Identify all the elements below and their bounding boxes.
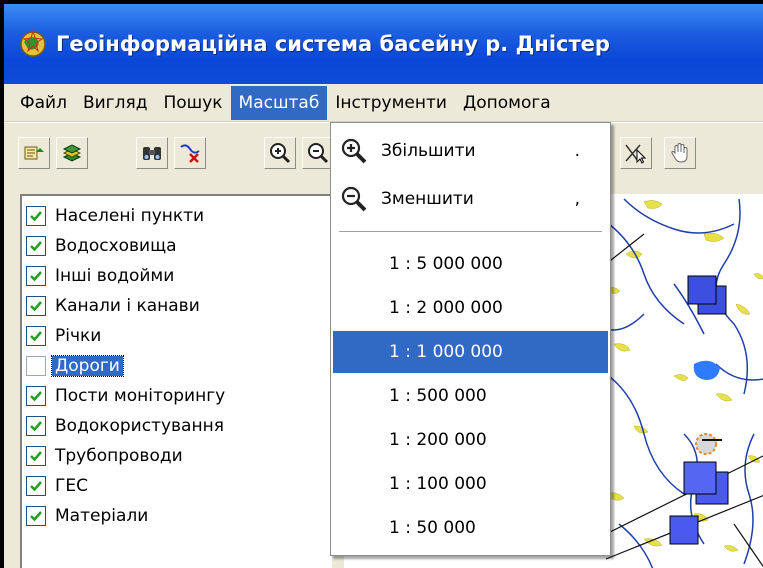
layer-label: Канали і канави	[55, 296, 200, 316]
zoom-out-icon	[339, 184, 369, 214]
layer-checkbox[interactable]	[26, 446, 46, 466]
select-button[interactable]	[620, 137, 652, 169]
select-arrow-icon	[625, 144, 647, 164]
pan-hand-icon	[671, 142, 688, 163]
layer-add-button[interactable]	[18, 137, 50, 169]
menu-search[interactable]: Пошук	[155, 86, 230, 120]
layer-checkbox[interactable]	[26, 296, 46, 316]
layer-checkbox[interactable]	[26, 326, 46, 346]
layer-label: Трубопроводи	[55, 446, 183, 466]
menu-scale[interactable]: Масштаб	[230, 85, 328, 120]
binoculars-icon	[143, 147, 161, 160]
zoom-in-shortcut: .	[574, 141, 580, 161]
pan-button[interactable]	[664, 137, 696, 169]
zoom-out-icon	[308, 143, 329, 164]
scale-option-50000[interactable]: 1 : 50 000	[333, 507, 608, 549]
app-window: Геоінформаційна система басейну р. Дніст…	[0, 0, 763, 568]
layer-label: Матеріали	[55, 506, 149, 526]
layers-icon	[62, 144, 82, 162]
scale-option-2000000[interactable]: 1 : 2 000 000	[333, 287, 608, 329]
menu-file[interactable]: Файл	[12, 86, 75, 120]
zoom-in-icon	[270, 143, 291, 164]
menu-tools[interactable]: Інструменти	[327, 86, 455, 120]
layer-item-pipelines[interactable]: Трубопроводи	[26, 442, 186, 470]
layer-item-rivers[interactable]: Річки	[26, 322, 104, 350]
layers-button[interactable]	[56, 137, 88, 169]
find-button[interactable]	[136, 137, 168, 169]
clear-selection-icon	[180, 144, 200, 163]
layer-checkbox[interactable]	[26, 506, 46, 526]
layer-item-roads[interactable]: Дороги	[26, 352, 332, 380]
scale-option-5000000[interactable]: 1 : 5 000 000	[333, 243, 608, 285]
layer-list: Населені пункти Водосховища Інші водойми…	[20, 194, 332, 568]
layer-checkbox[interactable]	[26, 266, 46, 286]
zoom-out-shortcut: ,	[574, 189, 580, 209]
zoom-in-label: Збільшити	[381, 141, 476, 161]
layer-item-settlements[interactable]: Населені пункти	[26, 202, 207, 230]
layer-add-icon	[24, 146, 44, 160]
layer-checkbox[interactable]	[26, 476, 46, 496]
layer-label: Дороги	[51, 355, 124, 377]
menu-bar: Файл Вигляд Пошук Масштаб Інструменти До…	[4, 84, 763, 122]
layer-checkbox[interactable]	[26, 236, 46, 256]
layer-item-water-use[interactable]: Водокористування	[26, 412, 227, 440]
zoom-in-icon	[339, 136, 369, 166]
layer-checkbox[interactable]	[26, 356, 46, 376]
zoom-out-label: Зменшити	[381, 189, 474, 209]
zoom-out-menu-item[interactable]: Зменшити ,	[333, 177, 608, 221]
layer-checkbox[interactable]	[26, 386, 46, 406]
layer-item-hydropower[interactable]: ГЕС	[26, 472, 91, 500]
layer-label: Водосховища	[55, 236, 177, 256]
layer-label: Інші водойми	[55, 266, 175, 286]
zoom-in-menu-item[interactable]: Збільшити .	[333, 129, 608, 173]
layer-label: Пости моніторингу	[55, 386, 226, 406]
layer-item-other-water[interactable]: Інші водойми	[26, 262, 177, 290]
scale-option-200000[interactable]: 1 : 200 000	[333, 419, 608, 461]
layer-item-monitoring-posts[interactable]: Пости моніторингу	[26, 382, 228, 410]
layer-label: ГЕС	[55, 476, 88, 496]
layer-label: Водокористування	[55, 416, 224, 436]
layer-item-reservoirs[interactable]: Водосховища	[26, 232, 180, 260]
scale-dropdown-menu: Збільшити . Зменшити , 1 : 5 000 000 1 :…	[330, 122, 611, 556]
layer-checkbox[interactable]	[26, 206, 46, 226]
menu-help[interactable]: Допомога	[455, 86, 559, 120]
app-globe-icon	[18, 29, 48, 59]
scale-option-100000[interactable]: 1 : 100 000	[333, 463, 608, 505]
zoom-in-button[interactable]	[264, 137, 296, 169]
layer-label: Річки	[55, 326, 102, 346]
title-bar[interactable]: Геоінформаційна система басейну р. Дніст…	[4, 4, 763, 84]
clear-selection-button[interactable]	[174, 137, 206, 169]
menu-separator	[339, 231, 602, 233]
layer-item-materials[interactable]: Матеріали	[26, 502, 151, 530]
layer-label: Населені пункти	[55, 206, 205, 226]
layer-checkbox[interactable]	[26, 416, 46, 436]
scale-option-500000[interactable]: 1 : 500 000	[333, 375, 608, 417]
scale-option-1000000[interactable]: 1 : 1 000 000	[333, 331, 608, 373]
layer-item-canals[interactable]: Канали і канави	[26, 292, 203, 320]
window-title: Геоінформаційна система басейну р. Дніст…	[56, 32, 610, 56]
menu-view[interactable]: Вигляд	[75, 86, 156, 120]
